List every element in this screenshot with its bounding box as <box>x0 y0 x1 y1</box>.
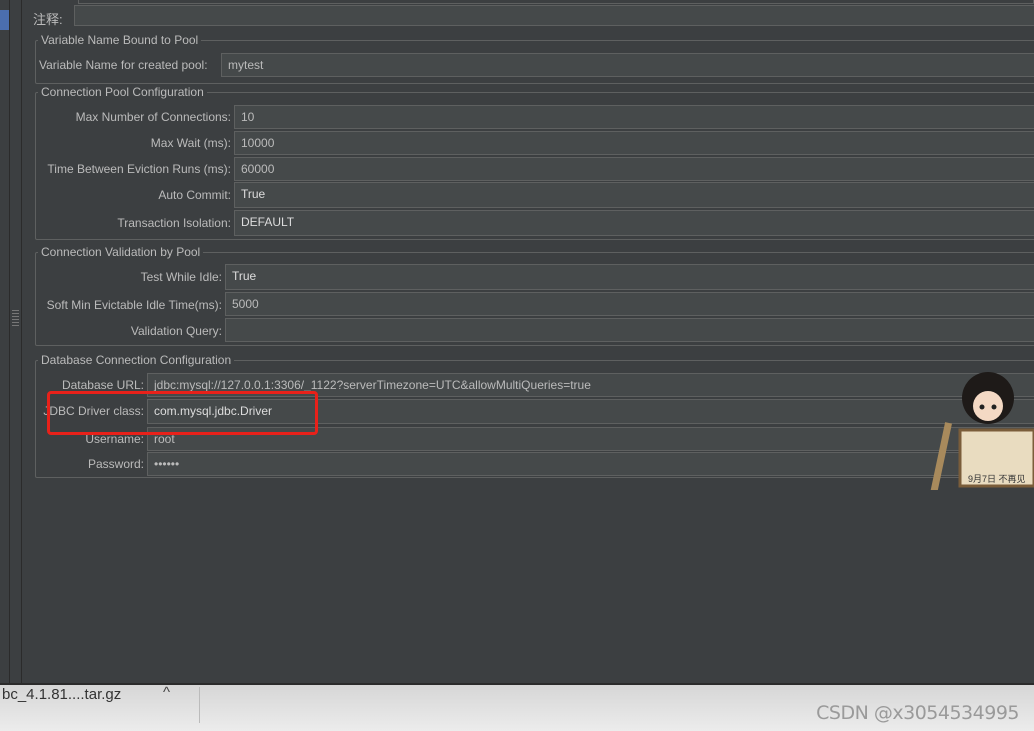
max-connections-field[interactable]: 10 <box>234 105 1034 129</box>
divider <box>199 687 200 723</box>
isolation-label: Transaction Isolation: <box>117 216 231 230</box>
eviction-label: Time Between Eviction Runs (ms): <box>47 162 231 176</box>
password-label: Password: <box>87 457 144 471</box>
validation-query-field[interactable] <box>225 318 1034 342</box>
soft-min-field[interactable]: 5000 <box>225 292 1034 316</box>
highlight-box <box>47 391 318 435</box>
splitter[interactable] <box>10 0 22 683</box>
db-url-label: Database URL: <box>61 378 144 392</box>
splitter-grip-icon[interactable] <box>12 310 19 328</box>
password-field[interactable]: •••••• <box>147 452 1034 476</box>
group-title: Connection Validation by Pool <box>38 245 204 259</box>
max-wait-field[interactable]: 10000 <box>234 131 1034 155</box>
eviction-field[interactable]: 60000 <box>234 157 1034 181</box>
group-title: Connection Pool Configuration <box>38 85 207 99</box>
test-idle-select[interactable]: True <box>225 264 1034 290</box>
isolation-select[interactable]: DEFAULT <box>234 210 1034 236</box>
sticker-text: 9月7日 不再见 <box>968 474 1026 484</box>
download-item[interactable]: bc_4.1.81....tar.gz <box>2 686 121 703</box>
soft-min-label: Soft Min Evictable Idle Time(ms): <box>46 298 222 312</box>
sticker-image: 9月7日 不再见 <box>930 372 1034 490</box>
comment-label: 注释: <box>33 12 63 27</box>
group-title: Variable Name Bound to Pool <box>38 33 202 47</box>
tree-selection[interactable] <box>0 10 9 30</box>
pool-name-label: Variable Name for created pool: <box>39 58 208 72</box>
pool-name-field[interactable]: mytest <box>221 53 1034 77</box>
name-field[interactable] <box>78 0 1034 4</box>
test-idle-label: Test While Idle: <box>140 270 222 284</box>
watermark: CSDN @x3054534995 <box>816 702 1019 724</box>
max-wait-label: Max Wait (ms): <box>150 136 231 150</box>
comment-field[interactable] <box>74 5 1034 26</box>
auto-commit-select[interactable]: True <box>234 182 1034 208</box>
left-tree-panel <box>0 0 10 683</box>
group-title: Database Connection Configuration <box>38 353 235 367</box>
chevron-up-icon[interactable]: ^ <box>163 684 170 701</box>
auto-commit-label: Auto Commit: <box>158 188 231 202</box>
validation-query-label: Validation Query: <box>130 324 222 338</box>
max-connections-label: Max Number of Connections: <box>75 110 231 124</box>
